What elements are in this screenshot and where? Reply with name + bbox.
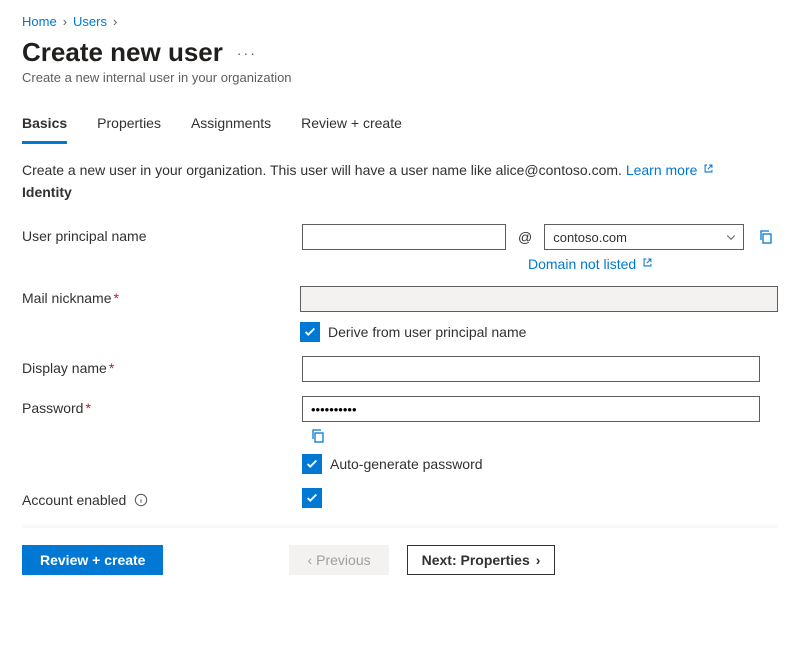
more-icon[interactable]: ··· [237, 45, 257, 61]
review-create-button[interactable]: Review + create [22, 545, 163, 575]
upn-label: User principal name [22, 224, 302, 244]
autogen-label: Auto-generate password [330, 456, 483, 472]
upn-input[interactable] [302, 224, 506, 250]
account-enabled-label: Account enabled [22, 488, 302, 508]
tab-description: Create a new user in your organization. … [22, 162, 778, 178]
section-identity: Identity [22, 184, 778, 200]
page-subtitle: Create a new internal user in your organ… [22, 70, 778, 85]
learn-more-link[interactable]: Learn more [626, 162, 714, 178]
domain-not-listed-link[interactable]: Domain not listed [528, 256, 653, 272]
derive-label: Derive from user principal name [328, 324, 526, 340]
external-link-icon [703, 163, 714, 174]
mail-nickname-input [300, 286, 778, 312]
autogen-password-checkbox[interactable]: Auto-generate password [302, 454, 778, 474]
page-title: Create new user [22, 37, 223, 68]
footer-buttons: Review + create ‹ Previous Next: Propert… [22, 545, 778, 575]
copy-icon[interactable] [310, 428, 326, 444]
display-name-label: Display name* [22, 356, 302, 376]
breadcrumb-users[interactable]: Users [73, 14, 107, 29]
chevron-right-icon: › [113, 14, 117, 29]
derive-checkbox[interactable]: Derive from user principal name [300, 322, 778, 342]
check-icon [303, 325, 317, 339]
password-input[interactable] [302, 396, 760, 422]
chevron-right-icon: › [63, 14, 67, 29]
mail-nickname-label: Mail nickname* [22, 286, 300, 306]
footer-divider [22, 528, 778, 531]
tab-basics[interactable]: Basics [22, 111, 67, 144]
breadcrumb-home[interactable]: Home [22, 14, 57, 29]
domain-select[interactable]: contoso.com [544, 224, 744, 250]
previous-button: ‹ Previous [289, 545, 388, 575]
check-icon [305, 491, 319, 505]
password-label: Password* [22, 396, 302, 416]
chevron-right-icon: › [536, 552, 541, 568]
tab-properties[interactable]: Properties [97, 111, 161, 143]
next-button[interactable]: Next: Properties › [407, 545, 556, 575]
check-icon [305, 457, 319, 471]
chevron-left-icon: ‹ [307, 552, 312, 568]
copy-icon[interactable] [758, 229, 774, 245]
tabs: Basics Properties Assignments Review + c… [22, 111, 778, 144]
breadcrumb: Home › Users › [22, 14, 778, 29]
chevron-down-icon [725, 231, 737, 243]
domain-value: contoso.com [553, 230, 627, 245]
at-sign: @ [518, 229, 532, 245]
tab-assignments[interactable]: Assignments [191, 111, 271, 143]
account-enabled-checkbox[interactable] [302, 488, 778, 508]
display-name-input[interactable] [302, 356, 760, 382]
tab-review[interactable]: Review + create [301, 111, 402, 143]
info-icon[interactable] [134, 493, 148, 507]
external-link-icon [642, 257, 653, 268]
